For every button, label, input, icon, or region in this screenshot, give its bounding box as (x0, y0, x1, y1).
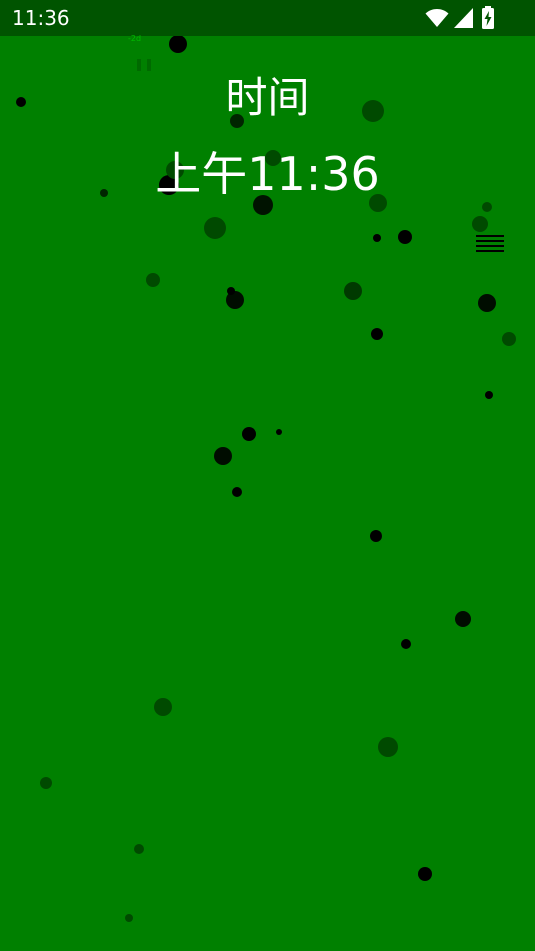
hamburger-icon-line (476, 235, 504, 237)
overlay-label: -2d (128, 34, 142, 43)
menu-button[interactable] (476, 235, 506, 257)
current-time-display: 上午11:36 (155, 147, 380, 201)
hamburger-icon-line (476, 250, 504, 252)
hamburger-icon-line (476, 240, 504, 242)
page-title: 时间 (225, 73, 310, 122)
floating-bubbles (16, 0, 516, 922)
hamburger-icon-line (476, 245, 504, 247)
battery-charging-icon (482, 6, 494, 29)
status-time: 11:36 (12, 6, 70, 30)
wifi-icon (425, 9, 449, 27)
cell-signal-icon (454, 8, 473, 28)
status-bar: 11:36 (0, 0, 535, 36)
